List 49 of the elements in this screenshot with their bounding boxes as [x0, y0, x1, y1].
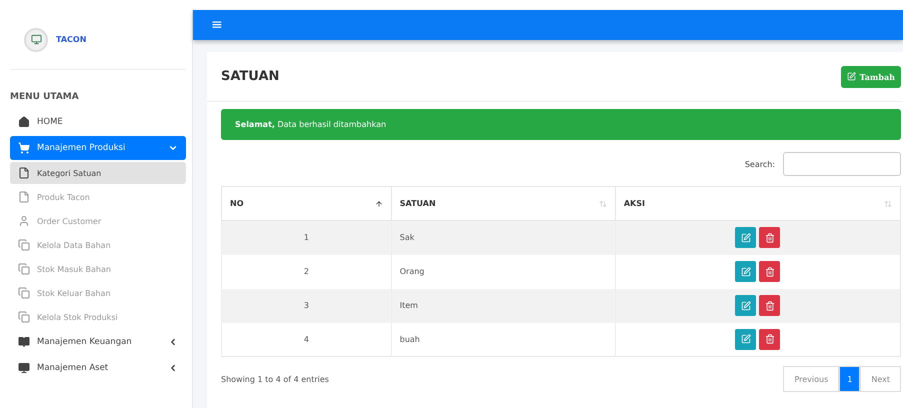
sidebar-subitem[interactable]: Produk Tacon	[10, 186, 186, 208]
delete-button[interactable]	[759, 261, 780, 282]
add-button[interactable]: Tambah	[840, 66, 901, 88]
menu-heading: MENU UTAMA	[10, 92, 80, 102]
sidebar-subitem[interactable]: Kelola Data Bahan	[10, 234, 186, 256]
logo-icon	[24, 28, 48, 52]
edit-icon	[740, 334, 751, 344]
menu-button[interactable]: ≡	[211, 17, 223, 33]
sidebar-item[interactable]: Manajemen Produksi	[10, 136, 186, 160]
delete-button[interactable]	[759, 227, 780, 248]
trash-icon	[764, 232, 775, 243]
edit-icon	[846, 72, 856, 81]
sidebar-item[interactable]: HOME	[10, 110, 186, 134]
edit-button[interactable]	[735, 295, 756, 316]
sort-icon	[598, 200, 607, 208]
edit-icon	[740, 300, 751, 310]
edit-icon	[740, 232, 751, 243]
trash-icon	[764, 334, 775, 344]
edit-button[interactable]	[735, 328, 756, 350]
sidebar-subitem[interactable]: Order Customer	[10, 210, 186, 232]
delete-button[interactable]	[759, 295, 780, 316]
success-alert: Selamat, Data berhasil ditambahkan	[221, 109, 901, 140]
sidebar-subitem[interactable]: Kelola Stok Produksi	[10, 306, 186, 328]
edit-button[interactable]	[735, 227, 756, 248]
edit-icon	[740, 266, 751, 276]
pager-button[interactable]: Next	[860, 366, 901, 392]
trash-icon	[764, 266, 775, 276]
column-header[interactable]: NO	[222, 186, 392, 220]
sidebar-subitem[interactable]: Stok Keluar Bahan	[10, 282, 186, 304]
trash-icon	[764, 300, 775, 310]
sidebar-subitem[interactable]: Stok Masuk Bahan	[10, 258, 186, 280]
table-cell: buah	[391, 322, 616, 356]
sidebar-item[interactable]: Manajemen Aset	[10, 356, 186, 380]
table-cell: 4	[222, 322, 392, 356]
sort-icon	[884, 200, 892, 208]
sidebar-subitem[interactable]: Kategori Satuan	[10, 162, 186, 184]
column-header[interactable]: SATUAN	[391, 186, 616, 220]
sort-icon	[374, 200, 383, 208]
page-button[interactable]: 1	[839, 366, 860, 392]
search-label: Search:	[744, 160, 775, 168]
search-field[interactable]	[783, 152, 901, 176]
sidebar-item[interactable]: Manajemen Keuangan	[10, 330, 186, 354]
column-header[interactable]: AKSI	[615, 186, 900, 220]
entries-info: Showing 1 to 4 of 4 entries	[221, 374, 329, 384]
edit-button[interactable]	[735, 261, 756, 282]
brand-name: TACON	[56, 35, 86, 44]
delete-button[interactable]	[759, 328, 780, 350]
page-title: SATUAN	[221, 69, 280, 84]
pager-button[interactable]: Previous	[783, 366, 840, 392]
